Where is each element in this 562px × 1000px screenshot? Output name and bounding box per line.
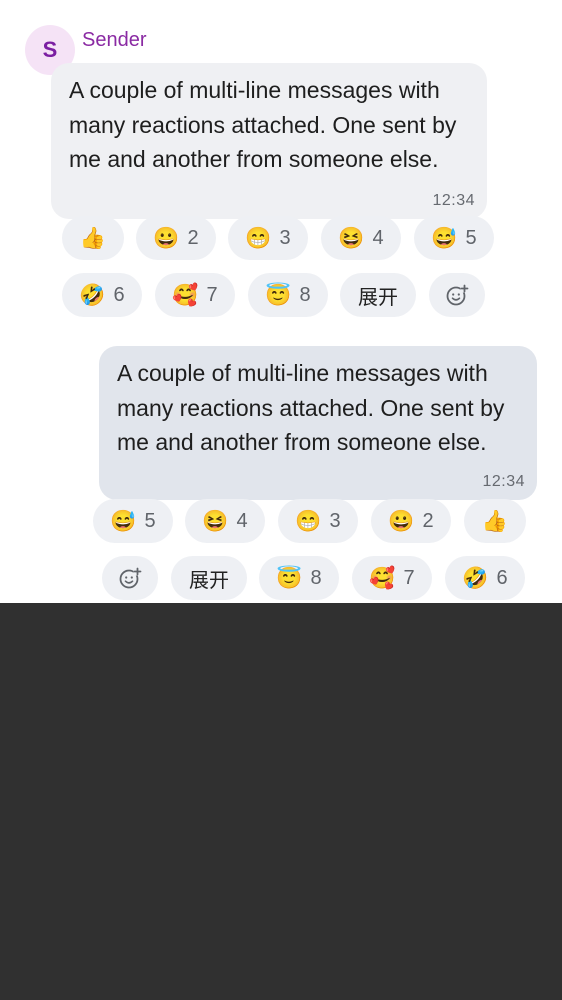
add-reaction-icon (119, 567, 142, 589)
reaction-chip-sweat-smile[interactable]: 😅 5 (93, 499, 173, 543)
chat-timeline: S Sender A couple of multi-line messages… (0, 0, 562, 603)
reaction-chip-grinning[interactable]: 😀 2 (136, 216, 216, 260)
reaction-chip-thumbs-up[interactable]: 👍 (62, 216, 124, 260)
sweat-smile-icon: 😅 (110, 509, 137, 533)
rofl-icon: 🤣 (79, 283, 106, 307)
expand-label: 展开 (358, 284, 398, 309)
reaction-count: 7 (403, 566, 415, 589)
reaction-count: 2 (187, 226, 199, 249)
reaction-count: 3 (279, 226, 291, 249)
sweat-smile-icon: 😅 (431, 226, 458, 250)
message-text: A couple of multi-line messages with man… (69, 77, 457, 172)
reaction-count: 5 (144, 509, 156, 532)
squinting-face-icon: 😆 (338, 226, 365, 250)
add-reaction-button[interactable] (102, 556, 158, 600)
reaction-chip-sweat-smile[interactable]: 😅 5 (414, 216, 494, 260)
reaction-count: 6 (496, 566, 508, 589)
beaming-face-icon: 😁 (295, 509, 322, 533)
reaction-chip-beaming[interactable]: 😁 3 (278, 499, 358, 543)
reaction-chip-halo[interactable]: 😇 8 (248, 273, 328, 317)
sender-name[interactable]: Sender (82, 29, 147, 52)
reaction-count: 8 (299, 283, 311, 306)
halo-face-icon: 😇 (265, 283, 292, 307)
message-timestamp: 12:34 (482, 473, 525, 490)
outgoing-message-bubble[interactable]: A couple of multi-line messages with man… (99, 346, 537, 500)
reaction-count: 4 (236, 509, 248, 532)
thumbs-up-icon: 👍 (481, 509, 509, 533)
add-reaction-button[interactable] (429, 273, 485, 317)
reaction-count: 6 (113, 283, 125, 306)
reaction-chip-rofl[interactable]: 🤣 6 (445, 556, 525, 600)
message-text: A couple of multi-line messages with man… (117, 360, 505, 455)
expand-reactions-button[interactable]: 展开 (340, 273, 416, 317)
reaction-chip-squinting[interactable]: 😆 4 (321, 216, 401, 260)
reaction-count: 2 (422, 509, 434, 532)
reaction-count: 7 (206, 283, 218, 306)
expand-reactions-button[interactable]: 展开 (171, 556, 247, 600)
expand-label: 展开 (189, 567, 229, 592)
smiling-hearts-icon: 🥰 (369, 566, 396, 590)
reaction-chip-grinning[interactable]: 😀 2 (371, 499, 451, 543)
reaction-count: 4 (372, 226, 384, 249)
squinting-face-icon: 😆 (202, 509, 229, 533)
reaction-count: 8 (310, 566, 322, 589)
reaction-count: 5 (465, 226, 477, 249)
reaction-chip-rofl[interactable]: 🤣 6 (62, 273, 142, 317)
reaction-chip-hearts[interactable]: 🥰 7 (352, 556, 432, 600)
reaction-chip-beaming[interactable]: 😁 3 (228, 216, 308, 260)
add-reaction-icon (446, 284, 469, 306)
incoming-message-bubble[interactable]: A couple of multi-line messages with man… (51, 63, 487, 219)
smiling-hearts-icon: 🥰 (172, 283, 199, 307)
rofl-icon: 🤣 (462, 566, 489, 590)
reaction-chip-squinting[interactable]: 😆 4 (185, 499, 265, 543)
grinning-face-icon: 😀 (388, 509, 415, 533)
thumbs-up-icon: 👍 (79, 226, 107, 250)
reaction-chip-halo[interactable]: 😇 8 (259, 556, 339, 600)
reaction-count: 3 (329, 509, 341, 532)
reaction-chip-hearts[interactable]: 🥰 7 (155, 273, 235, 317)
message-timestamp: 12:34 (432, 192, 475, 209)
reaction-chip-thumbs-up[interactable]: 👍 (464, 499, 526, 543)
beaming-face-icon: 😁 (245, 226, 272, 250)
grinning-face-icon: 😀 (153, 226, 180, 250)
halo-face-icon: 😇 (276, 566, 303, 590)
